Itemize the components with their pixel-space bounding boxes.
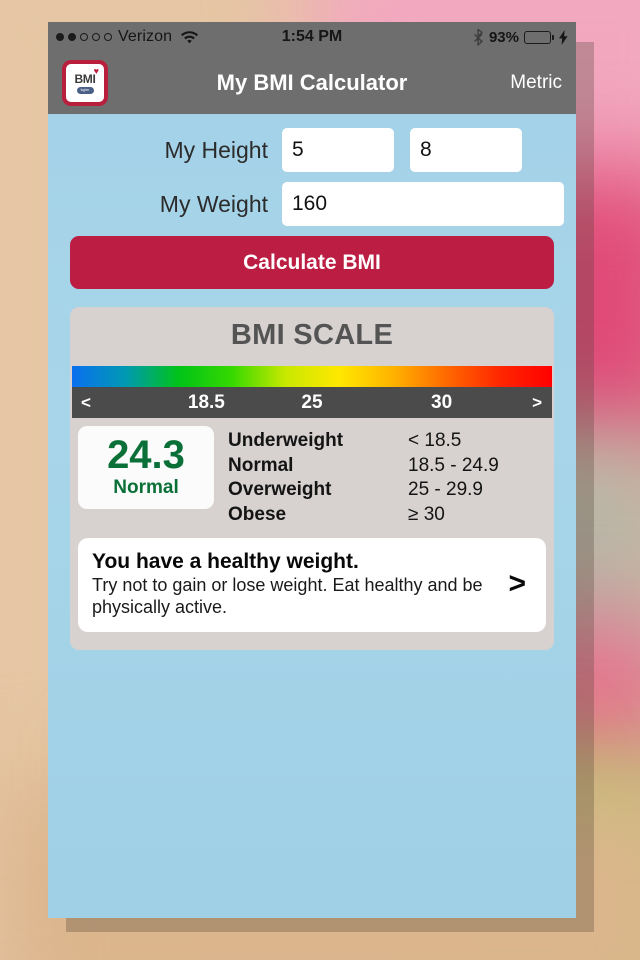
signal-dot xyxy=(68,33,76,41)
legend-range: 18.5 - 24.9 xyxy=(408,454,499,476)
main-content: My Height 5 8 My Weight 160 Calculate BM… xyxy=(48,114,576,918)
bmi-app-icon[interactable]: ♥ BMI kg/m xyxy=(62,60,108,106)
scale-tick-2: 30 xyxy=(431,391,453,413)
bmi-scale-title: BMI SCALE xyxy=(230,319,394,351)
advice-title: You have a healthy weight. xyxy=(92,549,359,573)
height-feet-input[interactable]: 5 xyxy=(282,128,394,172)
battery-percent-label: 93% xyxy=(488,28,519,46)
height-row: My Height 5 8 xyxy=(60,128,564,172)
legend-range: < 18.5 xyxy=(408,430,462,451)
weight-label: My Weight xyxy=(159,190,268,217)
weight-input[interactable]: 160 xyxy=(282,182,564,226)
bmi-value: 24.3 xyxy=(107,433,185,477)
unit-toggle-button[interactable]: Metric xyxy=(510,72,562,94)
bmi-scale-tick-bar: < 18.5 25 30 > xyxy=(72,387,552,418)
legend-range: 25 - 29.9 xyxy=(408,479,483,501)
chevron-right-icon[interactable]: > xyxy=(494,567,532,601)
page-title: My BMI Calculator xyxy=(216,70,408,95)
signal-dot xyxy=(92,33,100,41)
battery-icon xyxy=(524,30,554,44)
charging-bolt-icon xyxy=(559,29,568,45)
signal-strength-dots xyxy=(56,33,112,41)
bmi-scale-card: BMI SCALE < 18.5 25 30 > 24.3 Normal Und… xyxy=(70,307,554,650)
app-icon-label: BMI xyxy=(74,71,96,86)
bmi-category-legend: Underweight < 18.5 Normal 18.5 - 24.9 Ov… xyxy=(214,426,546,528)
navigation-bar: ♥ BMI kg/m My BMI Calculator Metric xyxy=(48,52,576,114)
scale-tick-0: 18.5 xyxy=(187,391,225,413)
weight-row: My Weight 160 xyxy=(60,182,564,226)
status-bar-left: Verizon xyxy=(56,28,199,46)
bmi-color-gradient-bar xyxy=(72,366,552,387)
advice-body: Try not to gain or lose weight. Eat heal… xyxy=(92,574,483,617)
legend-name: Overweight xyxy=(228,479,332,501)
phone-screenshot: Verizon 1:54 PM 93% ♥ BMI kg/m My BMI Ca… xyxy=(48,22,576,918)
carrier-label: Verizon xyxy=(118,28,173,45)
legend-name: Underweight xyxy=(228,430,344,451)
app-icon-badge-label: kg/m xyxy=(80,87,90,92)
heart-icon: ♥ xyxy=(93,66,99,76)
scale-tick-1: 25 xyxy=(301,391,323,413)
legend-item: Underweight < 18.5 xyxy=(228,429,546,454)
legend-item: Overweight 25 - 29.9 xyxy=(228,478,546,503)
status-bar-right: 93% xyxy=(473,28,568,46)
legend-range: ≥ 30 xyxy=(408,504,445,526)
legend-name: Obese xyxy=(228,504,287,526)
height-inches-input[interactable]: 8 xyxy=(410,128,522,172)
legend-item: Obese ≥ 30 xyxy=(228,503,546,528)
scale-right-arrow-icon: > xyxy=(532,392,542,412)
legend-name: Normal xyxy=(228,454,294,476)
signal-dot xyxy=(104,33,112,41)
bmi-result-box: 24.3 Normal xyxy=(78,426,214,509)
wifi-icon xyxy=(181,31,199,44)
app-icon-badge: kg/m xyxy=(76,86,94,94)
bmi-category: Normal xyxy=(113,477,179,498)
bluetooth-icon xyxy=(473,28,483,46)
bmi-result-row: 24.3 Normal Underweight < 18.5 Normal 18… xyxy=(78,426,546,528)
advice-card[interactable]: You have a healthy weight. Try not to ga… xyxy=(78,537,546,632)
signal-dot xyxy=(56,33,64,41)
advice-text: You have a healthy weight. Try not to ga… xyxy=(92,549,494,619)
legend-item: Normal 18.5 - 24.9 xyxy=(228,454,546,479)
signal-dot xyxy=(80,33,88,41)
scale-left-arrow-icon: < xyxy=(81,392,91,412)
status-bar: Verizon 1:54 PM 93% xyxy=(48,22,576,52)
height-label: My Height xyxy=(164,136,268,163)
calculate-bmi-button[interactable]: Calculate BMI xyxy=(70,236,554,289)
